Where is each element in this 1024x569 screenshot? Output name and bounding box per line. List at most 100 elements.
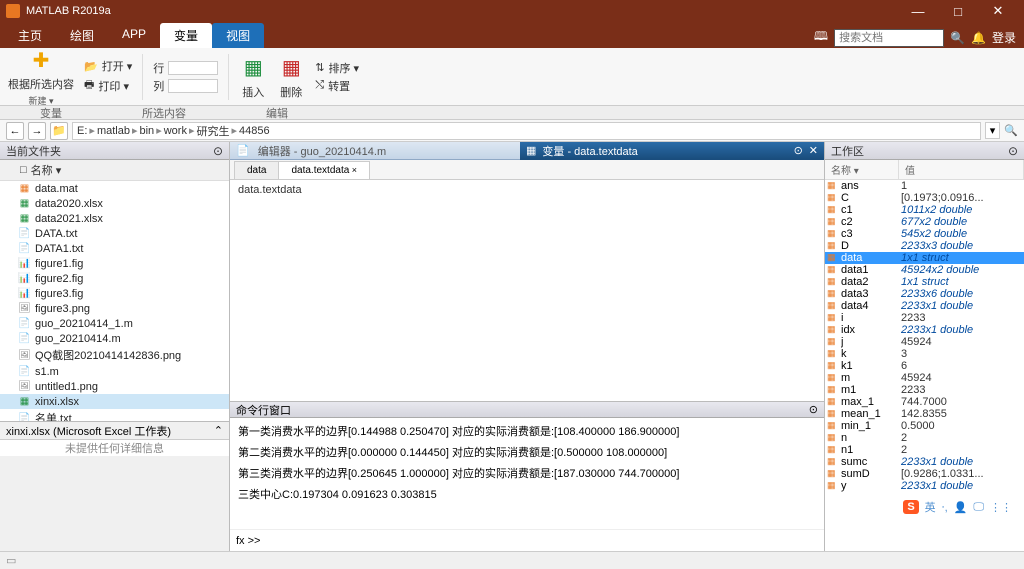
workspace-var[interactable]: ▦D2233x3 double (825, 240, 1024, 252)
workspace-var[interactable]: ▦data145924x2 double (825, 264, 1024, 276)
cmd-menu-icon[interactable]: ⊙ (809, 403, 818, 416)
workspace-var[interactable]: ▦data32233x6 double (825, 288, 1024, 300)
file-item[interactable]: 📄名单.txt (0, 409, 229, 421)
workspace-var[interactable]: ▦k16 (825, 360, 1024, 372)
var-icon: ▦ (827, 480, 841, 492)
ribbon-tab-视图[interactable]: 视图 (212, 23, 264, 48)
ime-toolbar[interactable]: S英⸱,👤🖵⋮⋮ (903, 499, 1012, 515)
row-input[interactable] (168, 61, 218, 75)
workspace-var[interactable]: ▦c2677x2 double (825, 216, 1024, 228)
file-item[interactable]: ▦xinxi.xlsx (0, 394, 229, 409)
maximize-button[interactable]: □ (938, 4, 978, 19)
workspace-var[interactable]: ▦min_10.5000 (825, 420, 1024, 432)
file-item[interactable]: 📊figure2.fig (0, 271, 229, 286)
name-column-header[interactable]: □名称 ▾ (0, 160, 229, 181)
workspace-var[interactable]: ▦m12233 (825, 384, 1024, 396)
open-button[interactable]: 📂打开 ▾ (84, 58, 132, 74)
file-item[interactable]: ▦data.mat (0, 181, 229, 196)
close-button[interactable]: ✕ (978, 3, 1018, 19)
file-item[interactable]: 📄guo_20210414_1.m (0, 316, 229, 331)
variable-close-icon[interactable]: ✕ (809, 144, 818, 157)
print-button[interactable]: 🖶打印 ▾ (84, 76, 132, 95)
sort-button[interactable]: ⇅排序 ▾ (315, 60, 359, 76)
folder-icon[interactable]: 📁 (50, 122, 68, 140)
workspace-var[interactable]: ▦k3 (825, 348, 1024, 360)
ws-value-header[interactable]: 值 (899, 160, 1024, 179)
login-link[interactable]: 登录 (992, 29, 1016, 46)
nav-back-button[interactable]: ← (6, 122, 24, 140)
nav-fwd-button[interactable]: → (28, 122, 46, 140)
help-icon[interactable]: 🕮 (814, 27, 828, 48)
ribbon-tab-绘图[interactable]: 绘图 (56, 23, 108, 48)
var-value: 1x1 struct (901, 252, 1022, 264)
workspace-var[interactable]: ▦data1x1 struct (825, 252, 1024, 264)
workspace-var[interactable]: ▦c3545x2 double (825, 228, 1024, 240)
file-name: guo_20210414_1.m (35, 318, 133, 330)
search-icon[interactable]: 🔍 (950, 31, 965, 45)
workspace-var[interactable]: ▦C[0.1973;0.0916... (825, 192, 1024, 204)
path-dropdown-icon[interactable]: ▾ (985, 122, 1001, 139)
col-input[interactable] (168, 79, 218, 93)
file-item[interactable]: 📊figure3.fig (0, 286, 229, 301)
crumb[interactable]: work (164, 125, 187, 137)
transpose-button[interactable]: ⤭转置 (315, 78, 359, 94)
ribbon-tab-APP[interactable]: APP (108, 23, 160, 48)
search-path-icon[interactable]: 🔍 (1004, 124, 1018, 137)
workspace-var[interactable]: ▦data21x1 struct (825, 276, 1024, 288)
crumb[interactable]: matlab (97, 125, 130, 137)
ribbon-tab-变量[interactable]: 变量 (160, 23, 212, 48)
command-output[interactable]: 第一类消费水平的边界[0.144988 0.250470] 对应的实际消费额是:… (230, 418, 824, 529)
var-icon: ▦ (827, 228, 841, 240)
file-item[interactable]: 📄DATA1.txt (0, 241, 229, 256)
crumb[interactable]: E: (77, 125, 87, 137)
var-value: 2 (901, 432, 1022, 444)
new-variable-icon[interactable]: ✚ (27, 46, 55, 74)
workspace-var[interactable]: ▦m45924 (825, 372, 1024, 384)
workspace-var[interactable]: ▦sumD[0.9286;1.0331... (825, 468, 1024, 480)
delete-icon[interactable]: ▦ (277, 54, 305, 82)
workspace-var[interactable]: ▦n2 (825, 432, 1024, 444)
command-window-title: 命令行窗口 (236, 402, 291, 418)
file-item[interactable]: 🖼untitled1.png (0, 379, 229, 394)
file-item[interactable]: 📄s1.m (0, 364, 229, 379)
breadcrumb[interactable]: E: ▸ matlab ▸ bin ▸ work ▸ 研究生 ▸ 44856 (72, 122, 981, 140)
var-value: 0.5000 (901, 420, 1022, 432)
command-prompt[interactable]: fx >> (230, 529, 824, 551)
var-value: 1x1 struct (901, 276, 1022, 288)
ws-name-header[interactable]: 名称 ▾ (825, 160, 899, 179)
workspace-var[interactable]: ▦idx2233x1 double (825, 324, 1024, 336)
workspace-var[interactable]: ▦i2233 (825, 312, 1024, 324)
variable-undock-icon[interactable]: ⊙ (794, 144, 803, 157)
crumb[interactable]: 44856 (239, 125, 270, 137)
workspace-var[interactable]: ▦mean_1142.8355 (825, 408, 1024, 420)
workspace-menu-icon[interactable]: ⊙ (1008, 144, 1018, 158)
crumb[interactable]: 研究生 (196, 123, 229, 139)
workspace-var[interactable]: ▦y2233x1 double (825, 480, 1024, 492)
minimize-button[interactable]: — (898, 4, 938, 19)
crumb[interactable]: bin (140, 125, 155, 137)
variable-editor-body[interactable]: data.textdata (230, 180, 824, 401)
workspace-var[interactable]: ▦n12 (825, 444, 1024, 456)
workspace-var[interactable]: ▦ans1 (825, 180, 1024, 192)
file-item[interactable]: ▦data2021.xlsx (0, 211, 229, 226)
search-input[interactable] (834, 29, 944, 47)
panel-menu-icon[interactable]: ⊙ (213, 144, 223, 158)
file-item[interactable]: 📄DATA.txt (0, 226, 229, 241)
workspace-var[interactable]: ▦sumc2233x1 double (825, 456, 1024, 468)
file-icon: 🖼 (18, 380, 31, 393)
variable-tab[interactable]: data.textdata × (278, 161, 370, 179)
file-item[interactable]: 📊figure1.fig (0, 256, 229, 271)
notification-icon[interactable]: 🔔 (971, 31, 986, 45)
workspace-var[interactable]: ▦j45924 (825, 336, 1024, 348)
file-item[interactable]: 🖼QQ截图20210414142836.png (0, 346, 229, 364)
preview-collapse-icon[interactable]: ⌃ (214, 424, 223, 437)
file-item[interactable]: 📄guo_20210414.m (0, 331, 229, 346)
variable-tab[interactable]: data (234, 161, 279, 179)
ribbon-tab-主页[interactable]: 主页 (4, 23, 56, 48)
insert-icon[interactable]: ▦ (239, 54, 267, 82)
file-item[interactable]: 🖼figure3.png (0, 301, 229, 316)
workspace-var[interactable]: ▦c11011x2 double (825, 204, 1024, 216)
file-item[interactable]: ▦data2020.xlsx (0, 196, 229, 211)
workspace-var[interactable]: ▦data42233x1 double (825, 300, 1024, 312)
workspace-var[interactable]: ▦max_1744.7000 (825, 396, 1024, 408)
